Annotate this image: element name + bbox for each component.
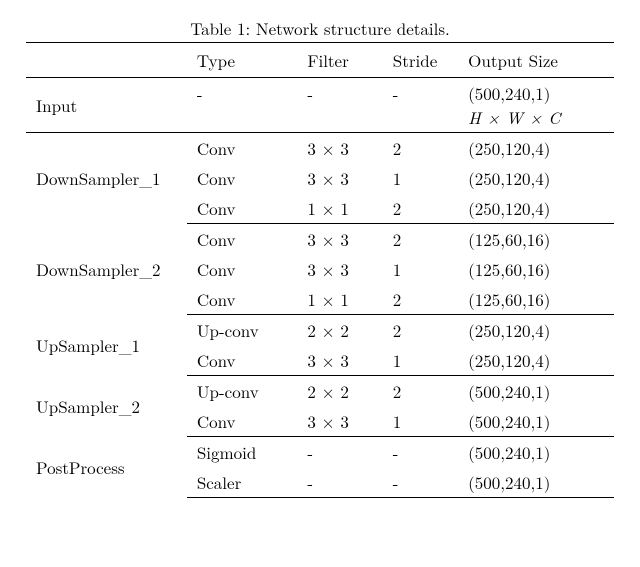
cell-type: Conv: [187, 284, 298, 315]
cell-type: Up-conv: [187, 376, 298, 407]
cell-type: Conv: [187, 193, 298, 224]
block-name: UpSampler_1: [26, 315, 187, 376]
header-stride: Stride: [383, 43, 458, 78]
header-output: Output Size: [458, 43, 614, 78]
cell-filter: -: [297, 467, 382, 498]
cell-stride: 2: [383, 193, 458, 224]
header-blank: [26, 43, 187, 78]
header-type: Type: [187, 43, 298, 78]
table-body: Input---(500,240,1)H × W × CDownSampler_…: [26, 78, 614, 498]
header-filter: Filter: [297, 43, 382, 78]
cell-stride: -: [383, 437, 458, 468]
block-name: UpSampler_2: [26, 376, 187, 437]
cell-stride: 2: [383, 376, 458, 407]
network-table: Type Filter Stride Output Size Input---(…: [26, 42, 614, 498]
cell-stride: 1: [383, 254, 458, 284]
cell-filter: 2 × 2: [297, 376, 382, 407]
cell-type: Conv: [187, 163, 298, 193]
cell-output-sub: H × W × C: [468, 105, 560, 129]
block-name: DownSampler_1: [26, 133, 187, 224]
block-name: DownSampler_2: [26, 224, 187, 315]
cell-type: Conv: [187, 254, 298, 284]
block-name: PostProcess: [26, 437, 187, 498]
table-row: DownSampler_2Conv3 × 32(125,60,16): [26, 224, 614, 255]
cell-output: (500,240,1): [458, 376, 614, 407]
table-header-row: Type Filter Stride Output Size: [26, 43, 614, 78]
cell-output: (250,120,4): [458, 345, 614, 376]
cell-stride: 2: [383, 224, 458, 255]
cell-filter: 3 × 3: [297, 163, 382, 193]
cell-output: (250,120,4): [458, 133, 614, 164]
cell-output: (500,240,1): [458, 406, 614, 437]
cell-stride: 1: [383, 406, 458, 437]
cell-type: Up-conv: [187, 315, 298, 346]
cell-type: Conv: [187, 406, 298, 437]
table-row: PostProcessSigmoid--(500,240,1): [26, 437, 614, 468]
cell-stride: -: [383, 78, 458, 133]
cell-output: (500,240,1): [458, 437, 614, 468]
cell-filter: 3 × 3: [297, 254, 382, 284]
cell-filter: 3 × 3: [297, 345, 382, 376]
cell-stride: 1: [383, 345, 458, 376]
table-caption: Table 1: Network structure details.: [16, 16, 624, 40]
cell-output: (500,240,1)H × W × C: [458, 78, 614, 133]
cell-output: (250,120,4): [458, 193, 614, 224]
table-row: DownSampler_1Conv3 × 32(250,120,4): [26, 133, 614, 164]
cell-filter: -: [297, 78, 382, 133]
cell-output: (250,120,4): [458, 315, 614, 346]
cell-type: Scaler: [187, 467, 298, 498]
cell-output: (125,60,16): [458, 224, 614, 255]
cell-type: -: [187, 78, 298, 133]
block-name: Input: [26, 78, 187, 133]
cell-stride: 2: [383, 284, 458, 315]
cell-type: Conv: [187, 345, 298, 376]
cell-filter: 1 × 1: [297, 193, 382, 224]
cell-filter: 2 × 2: [297, 315, 382, 346]
cell-filter: 3 × 3: [297, 224, 382, 255]
table-row: UpSampler_2Up-conv2 × 22(500,240,1): [26, 376, 614, 407]
cell-filter: -: [297, 437, 382, 468]
cell-stride: -: [383, 467, 458, 498]
cell-stride: 1: [383, 163, 458, 193]
cell-stride: 2: [383, 133, 458, 164]
cell-output: (125,60,16): [458, 284, 614, 315]
cell-type: Conv: [187, 224, 298, 255]
table-row: Input---(500,240,1)H × W × C: [26, 78, 614, 133]
cell-type: Conv: [187, 133, 298, 164]
table-row: UpSampler_1Up-conv2 × 22(250,120,4): [26, 315, 614, 346]
cell-type: Sigmoid: [187, 437, 298, 468]
cell-output: (250,120,4): [458, 163, 614, 193]
cell-output: (500,240,1): [458, 467, 614, 498]
cell-filter: 3 × 3: [297, 133, 382, 164]
cell-filter: 3 × 3: [297, 406, 382, 437]
cell-output: (125,60,16): [458, 254, 614, 284]
cell-stride: 2: [383, 315, 458, 346]
cell-filter: 1 × 1: [297, 284, 382, 315]
